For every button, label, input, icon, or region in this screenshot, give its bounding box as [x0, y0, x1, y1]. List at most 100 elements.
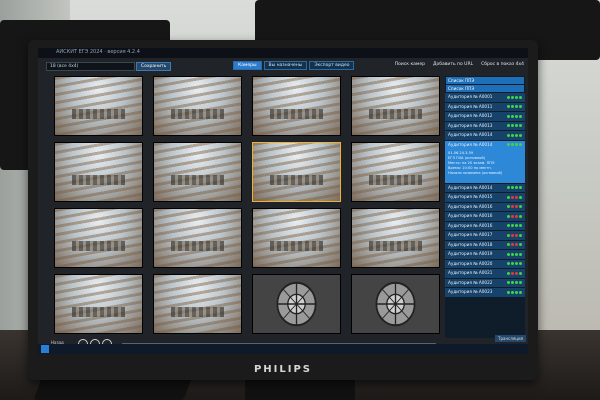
- status-ok-icon: [519, 205, 522, 208]
- status-ok-icon: [519, 214, 522, 218]
- sidebar-subheader[interactable]: Список ППЭ: [446, 85, 524, 92]
- room-list-item[interactable]: Аудитория № А0014: [445, 183, 525, 193]
- monitor-brand-logo: PHILIPS: [253, 364, 313, 375]
- status-ok-icon: [519, 252, 522, 256]
- taskbar: [38, 344, 528, 354]
- status-ok-icon: [519, 262, 522, 265]
- status-indicators: [506, 184, 522, 193]
- camera-tile[interactable]: [54, 76, 143, 136]
- status-indicators: [506, 131, 522, 140]
- status-ok-icon: [511, 124, 514, 127]
- classroom-camera-feed: [253, 143, 340, 201]
- add-url-link[interactable]: Добавить по URL: [433, 62, 473, 67]
- camera-tile[interactable]: [252, 142, 341, 202]
- room-label: Аудитория № А0014: [448, 184, 493, 190]
- sidebar-header[interactable]: Список ППЭ: [446, 77, 524, 84]
- status-ok-icon: [515, 133, 518, 137]
- classroom-camera-feed: [352, 77, 439, 135]
- classroom-camera-feed: [352, 209, 439, 267]
- room-list-item[interactable]: Аудитория № А0021: [445, 269, 525, 279]
- status-ok-icon: [507, 95, 510, 99]
- status-indicators: [506, 93, 522, 102]
- room-label: Аудитория № А0018: [448, 241, 493, 247]
- camera-tile[interactable]: [153, 76, 242, 136]
- room-list-item[interactable]: Аудитория № А0016: [445, 221, 525, 231]
- room-list-item[interactable]: Аудитория № А0023: [445, 288, 525, 298]
- status-ok-icon: [511, 133, 514, 137]
- room-list-item[interactable]: Аудитория № А0017: [445, 231, 525, 241]
- status-ok-icon: [515, 95, 518, 99]
- room-list-item[interactable]: Аудитория № А0022: [445, 278, 525, 288]
- reset-layout-link[interactable]: Сброс в показ 4x4: [481, 62, 524, 67]
- status-alert-icon: [515, 233, 518, 237]
- room-list-item[interactable]: Аудитория № А0014: [445, 131, 525, 141]
- room-list-item[interactable]: Аудитория № А0015: [445, 193, 525, 203]
- status-ok-icon: [511, 143, 514, 146]
- room-list-item[interactable]: Аудитория № А0013: [445, 121, 525, 131]
- tab-assigned[interactable]: Вы назначены: [263, 61, 308, 70]
- tab-cameras[interactable]: Камеры: [233, 61, 262, 70]
- camera-tile[interactable]: [252, 208, 341, 268]
- camera-tile[interactable]: [153, 274, 242, 334]
- room-list-item[interactable]: Аудитория № А0018: [445, 240, 525, 250]
- status-ok-icon: [507, 105, 510, 108]
- status-alert-icon: [511, 271, 514, 275]
- status-ok-icon: [511, 186, 514, 189]
- start-icon[interactable]: [41, 345, 49, 353]
- status-ok-icon: [507, 114, 510, 118]
- room-label: Аудитория № А0016: [448, 222, 493, 228]
- room-list-item[interactable]: Аудитория № А0016: [445, 212, 525, 222]
- tab-export[interactable]: Экспорт видео: [309, 61, 355, 70]
- room-list-item[interactable]: Аудитория № А0012: [445, 112, 525, 122]
- room-label: Аудитория № А0020: [448, 260, 493, 266]
- camera-tile[interactable]: [351, 208, 440, 268]
- save-button[interactable]: Сохранить: [136, 62, 172, 71]
- room-detail-line: Место: на 20 экзам. ППЭ: [448, 160, 495, 165]
- test-pattern-tile[interactable]: [252, 274, 341, 334]
- status-ok-icon: [519, 186, 522, 189]
- room-label: Аудитория № А0022: [448, 279, 493, 285]
- room-list-item[interactable]: Аудитория № А0020: [445, 259, 525, 269]
- status-ok-icon: [507, 133, 510, 137]
- status-indicators: [506, 250, 522, 259]
- status-ok-icon: [519, 95, 522, 99]
- search-cameras-link[interactable]: Поиск камер: [395, 62, 425, 67]
- monitor-chin: PHILIPS: [28, 356, 538, 380]
- camera-tile[interactable]: [54, 142, 143, 202]
- status-alert-icon: [511, 233, 514, 237]
- camera-tile[interactable]: [54, 208, 143, 268]
- status-ok-icon: [515, 124, 518, 127]
- room-list-item[interactable]: Аудитория № А0011: [445, 102, 525, 112]
- camera-tile[interactable]: [252, 76, 341, 136]
- status-alert-icon: [515, 195, 518, 199]
- status-indicators: [506, 222, 522, 231]
- room-list-item[interactable]: Аудитория № А0016: [445, 202, 525, 212]
- status-indicators: [506, 203, 522, 212]
- room-list-item[interactable]: Аудитория № А0001: [445, 93, 525, 103]
- broadcast-button[interactable]: Трансляция: [495, 335, 526, 342]
- status-alert-icon: [511, 214, 514, 218]
- room-label: Аудитория № А0012: [448, 113, 493, 118]
- status-ok-icon: [511, 95, 514, 99]
- camera-layout-select[interactable]: 18 (все 4x4): [46, 62, 135, 71]
- view-tabs: Камеры Вы назначены Экспорт видео: [233, 61, 355, 70]
- room-list-item[interactable]: Аудитория № А0014 01.06.24.3.59 ЕГЭ ГИА (о…: [445, 140, 525, 184]
- monitor-stand: [245, 380, 355, 400]
- camera-tile[interactable]: [351, 76, 440, 136]
- status-ok-icon: [519, 243, 522, 246]
- room-label: Аудитория № А0011: [448, 103, 493, 109]
- room-list-item[interactable]: Аудитория № А0019: [445, 250, 525, 260]
- camera-tile[interactable]: [351, 142, 440, 202]
- camera-tile[interactable]: [54, 274, 143, 334]
- camera-tile[interactable]: [153, 142, 242, 202]
- classroom-camera-feed: [55, 77, 142, 135]
- status-ok-icon: [507, 205, 510, 208]
- camera-tile[interactable]: [153, 208, 242, 268]
- status-indicators: [506, 103, 522, 112]
- classroom-camera-feed: [253, 209, 340, 267]
- test-pattern-tile[interactable]: [351, 274, 440, 334]
- status-ok-icon: [511, 105, 514, 108]
- test-pattern-icon: [253, 275, 340, 333]
- status-ok-icon: [519, 290, 522, 294]
- status-ok-icon: [515, 143, 518, 146]
